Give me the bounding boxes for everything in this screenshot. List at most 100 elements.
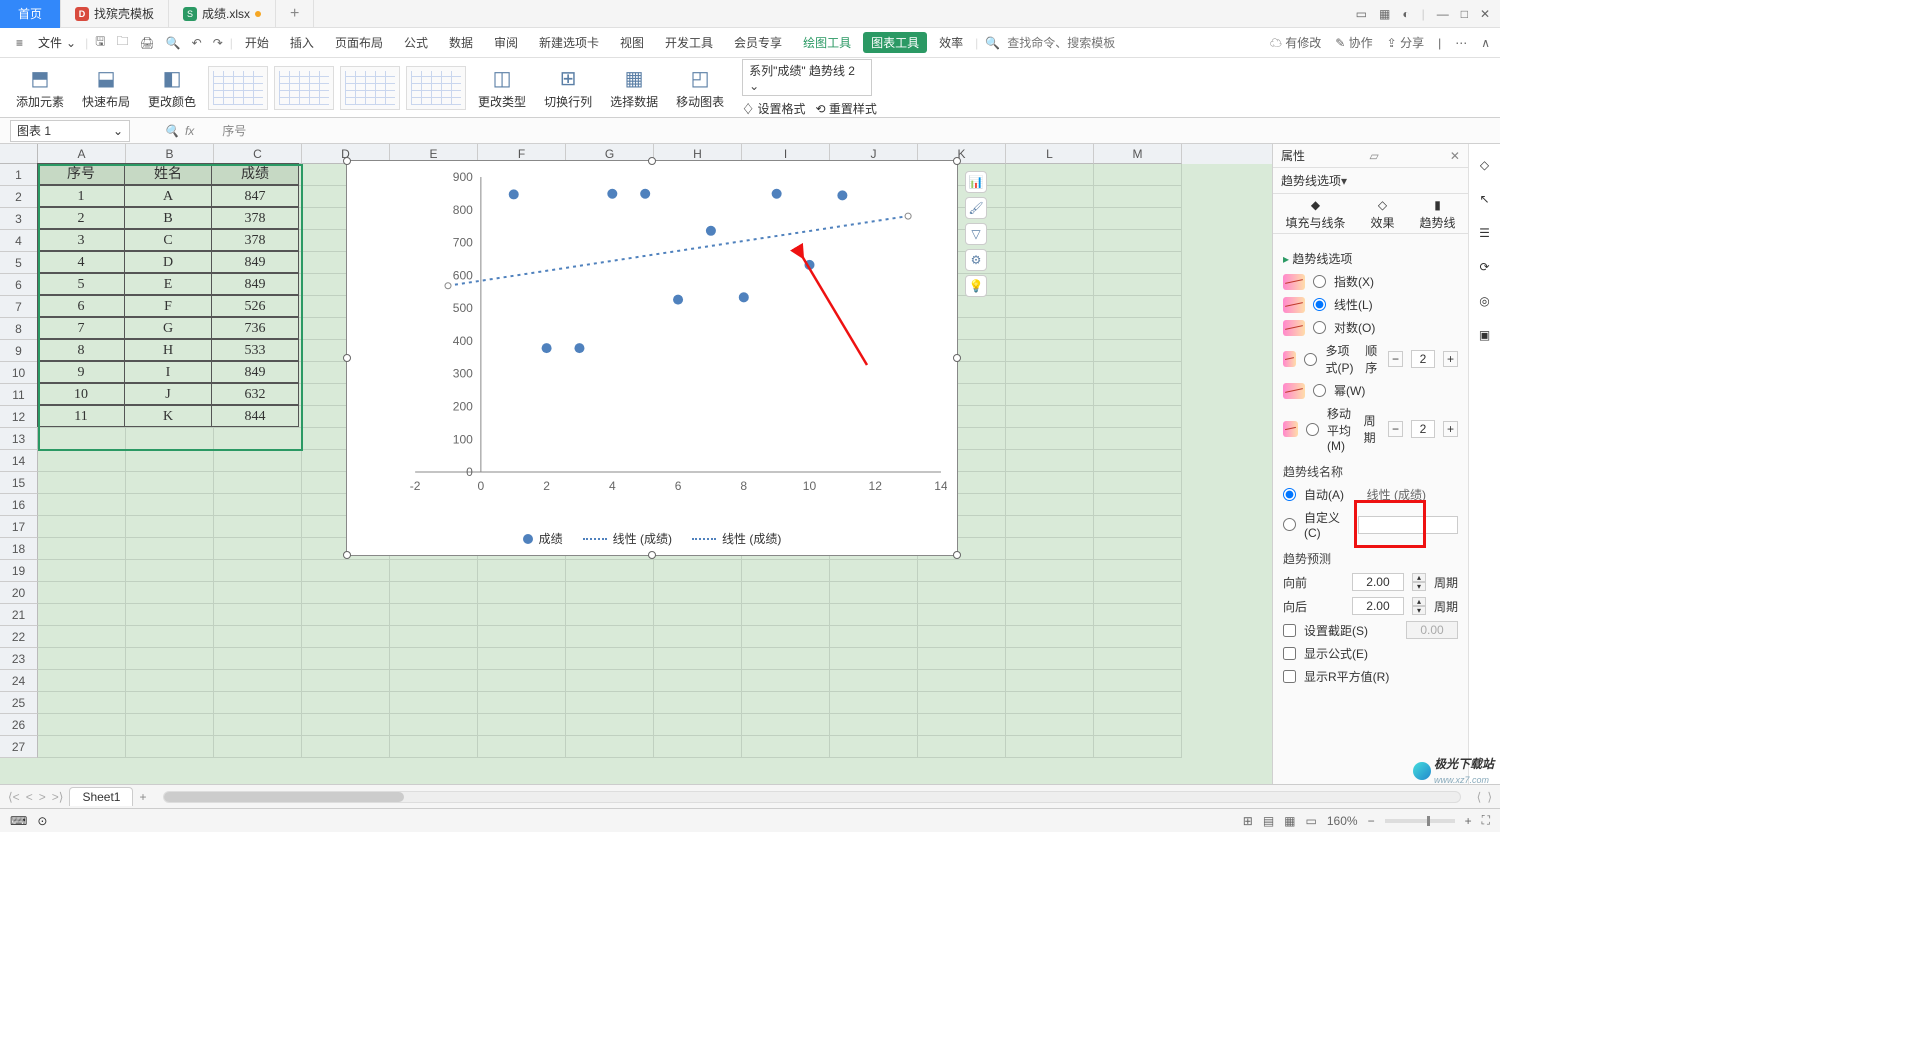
opt-lin[interactable]: 线性(L) — [1283, 296, 1458, 313]
row-header[interactable]: 21 — [0, 604, 38, 626]
formula-text[interactable]: 序号 — [222, 122, 246, 139]
sb-location-icon[interactable]: ◎ — [1476, 292, 1494, 310]
undo-icon[interactable]: ↶ — [188, 36, 206, 50]
tab-layout[interactable]: 页面布局 — [326, 34, 392, 51]
table-cell[interactable]: 3 — [37, 229, 125, 251]
table-cell[interactable]: K — [124, 405, 212, 427]
table-cell[interactable]: 533 — [211, 339, 299, 361]
tab-template[interactable]: D找殡壳模板 — [61, 0, 169, 28]
sb-select-icon[interactable]: ↖ — [1476, 190, 1494, 208]
fwd-spinner[interactable]: ▴▾ — [1412, 573, 1426, 591]
radio-log[interactable] — [1313, 321, 1326, 334]
table-header-cell[interactable]: 姓名 — [124, 163, 212, 185]
tab-start[interactable]: 开始 — [236, 34, 278, 51]
tab-chart-tools[interactable]: 图表工具 — [863, 32, 927, 53]
table-cell[interactable]: 844 — [211, 405, 299, 427]
row-header[interactable]: 3 — [0, 208, 38, 230]
table-cell[interactable]: H — [124, 339, 212, 361]
table-cell[interactable]: 849 — [211, 251, 299, 273]
opt-log[interactable]: 对数(O) — [1283, 319, 1458, 336]
link-set-format[interactable]: ♢ 设置格式 ⟲ 重置样式 — [742, 100, 877, 117]
nav-prev-icon[interactable]: < — [26, 790, 33, 804]
close-icon[interactable]: ✕ — [1480, 7, 1490, 21]
panel-close-icon[interactable]: ✕ — [1450, 149, 1460, 163]
ptab-effect[interactable]: ◇效果 — [1370, 198, 1394, 231]
chart-style-icon[interactable]: 🖌 — [965, 197, 987, 219]
row-header[interactable]: 24 — [0, 670, 38, 692]
resize-handle[interactable] — [953, 354, 961, 362]
table-cell[interactable]: 6 — [37, 295, 125, 317]
view-normal-icon[interactable]: ⊞ — [1243, 814, 1253, 828]
table-cell[interactable]: 847 — [211, 185, 299, 207]
zoom-out-icon[interactable]: − — [1368, 814, 1375, 828]
resize-handle[interactable] — [343, 551, 351, 559]
chart-el-icon[interactable]: 📊 — [965, 171, 987, 193]
sb-styles-icon[interactable]: ◇ — [1476, 156, 1494, 174]
btn-change-color[interactable]: ◧更改颜色 — [142, 66, 202, 110]
command-search-input[interactable] — [1007, 36, 1137, 50]
section-trend-options[interactable]: ▸ 趋势线选项 — [1283, 250, 1458, 267]
status-mode-icon[interactable]: ⌨ ⊙ — [10, 814, 47, 828]
row-header[interactable]: 2 — [0, 186, 38, 208]
opt-pow[interactable]: 幂(W) — [1283, 382, 1458, 399]
name-box[interactable]: 图表 1⌄ — [10, 120, 130, 142]
chart-filter-icon[interactable]: ▽ — [965, 223, 987, 245]
col-header[interactable]: C — [214, 144, 302, 164]
chart-idea-icon[interactable]: 💡 — [965, 275, 987, 297]
row-header[interactable]: 10 — [0, 362, 38, 384]
tab-review[interactable]: 审阅 — [485, 34, 527, 51]
row-header[interactable]: 5 — [0, 252, 38, 274]
zoom-in-icon[interactable]: + — [1465, 814, 1472, 828]
collab[interactable]: ✎ 协作 — [1335, 34, 1372, 51]
bwd-input[interactable] — [1352, 597, 1404, 615]
ptab-fill[interactable]: ◆填充与线条 — [1285, 198, 1345, 231]
hamburger-icon[interactable]: ≡ — [10, 36, 29, 50]
table-cell[interactable]: 736 — [211, 317, 299, 339]
row-header[interactable]: 1 — [0, 164, 38, 186]
style-thumb[interactable] — [340, 66, 400, 110]
table-cell[interactable]: 378 — [211, 229, 299, 251]
radio-pow[interactable] — [1313, 384, 1326, 397]
avatar-icon[interactable]: ◐ — [1402, 7, 1409, 21]
panel-dropdown[interactable]: 趋势线选项 ▾ — [1273, 168, 1468, 194]
saveas-icon[interactable]: 🗀 — [112, 32, 132, 53]
zoom-slider[interactable] — [1385, 819, 1455, 823]
table-header-cell[interactable]: 序号 — [37, 163, 125, 185]
row-header[interactable]: 20 — [0, 582, 38, 604]
select-all-corner[interactable] — [0, 144, 38, 164]
style-thumb[interactable] — [208, 66, 268, 110]
spreadsheet[interactable]: ABCDEFGHIJKLM 12345678910111213141516171… — [0, 144, 1272, 784]
search-icon[interactable]: 🔍 — [981, 36, 1004, 50]
tab-file[interactable]: S成绩.xlsx — [169, 0, 276, 28]
file-menu[interactable]: 文件 ⌄ — [32, 34, 82, 51]
col-header[interactable]: M — [1094, 144, 1182, 164]
chart-settings-icon[interactable]: ⚙ — [965, 249, 987, 271]
tab-insert[interactable]: 插入 — [281, 34, 323, 51]
table-cell[interactable]: 2 — [37, 207, 125, 229]
cb-showr2[interactable] — [1283, 670, 1296, 683]
resize-handle[interactable] — [953, 551, 961, 559]
sb-view-icon[interactable]: ▣ — [1476, 326, 1494, 344]
ptab-trend[interactable]: ▮趋势线 — [1419, 198, 1455, 231]
layout1-icon[interactable]: ▭ — [1356, 7, 1367, 21]
table-cell[interactable]: 9 — [37, 361, 125, 383]
row-header[interactable]: 11 — [0, 384, 38, 406]
opt-name-auto[interactable]: 自动(A) 线性 (成绩) — [1283, 486, 1458, 503]
pin-icon[interactable]: ▱ — [1370, 149, 1379, 163]
fwd-input[interactable] — [1352, 573, 1404, 591]
radio-exp[interactable] — [1313, 275, 1326, 288]
add-sheet-icon[interactable]: + — [139, 790, 146, 804]
radio-custom[interactable] — [1283, 518, 1296, 531]
opt-ma[interactable]: 移动 平均(M)周期−+ — [1283, 405, 1458, 453]
table-cell[interactable]: 378 — [211, 207, 299, 229]
table-cell[interactable]: D — [124, 251, 212, 273]
tab-data[interactable]: 数据 — [440, 34, 482, 51]
btn-switch-rc[interactable]: ⊞切换行列 — [538, 66, 598, 110]
row-header[interactable]: 19 — [0, 560, 38, 582]
radio-lin[interactable] — [1313, 298, 1326, 311]
table-cell[interactable]: 526 — [211, 295, 299, 317]
tab-view[interactable]: 视图 — [611, 34, 653, 51]
maximize-icon[interactable]: □ — [1461, 7, 1468, 21]
has-changes[interactable]: ☁ 有修改 — [1270, 34, 1321, 51]
table-cell[interactable]: B — [124, 207, 212, 229]
